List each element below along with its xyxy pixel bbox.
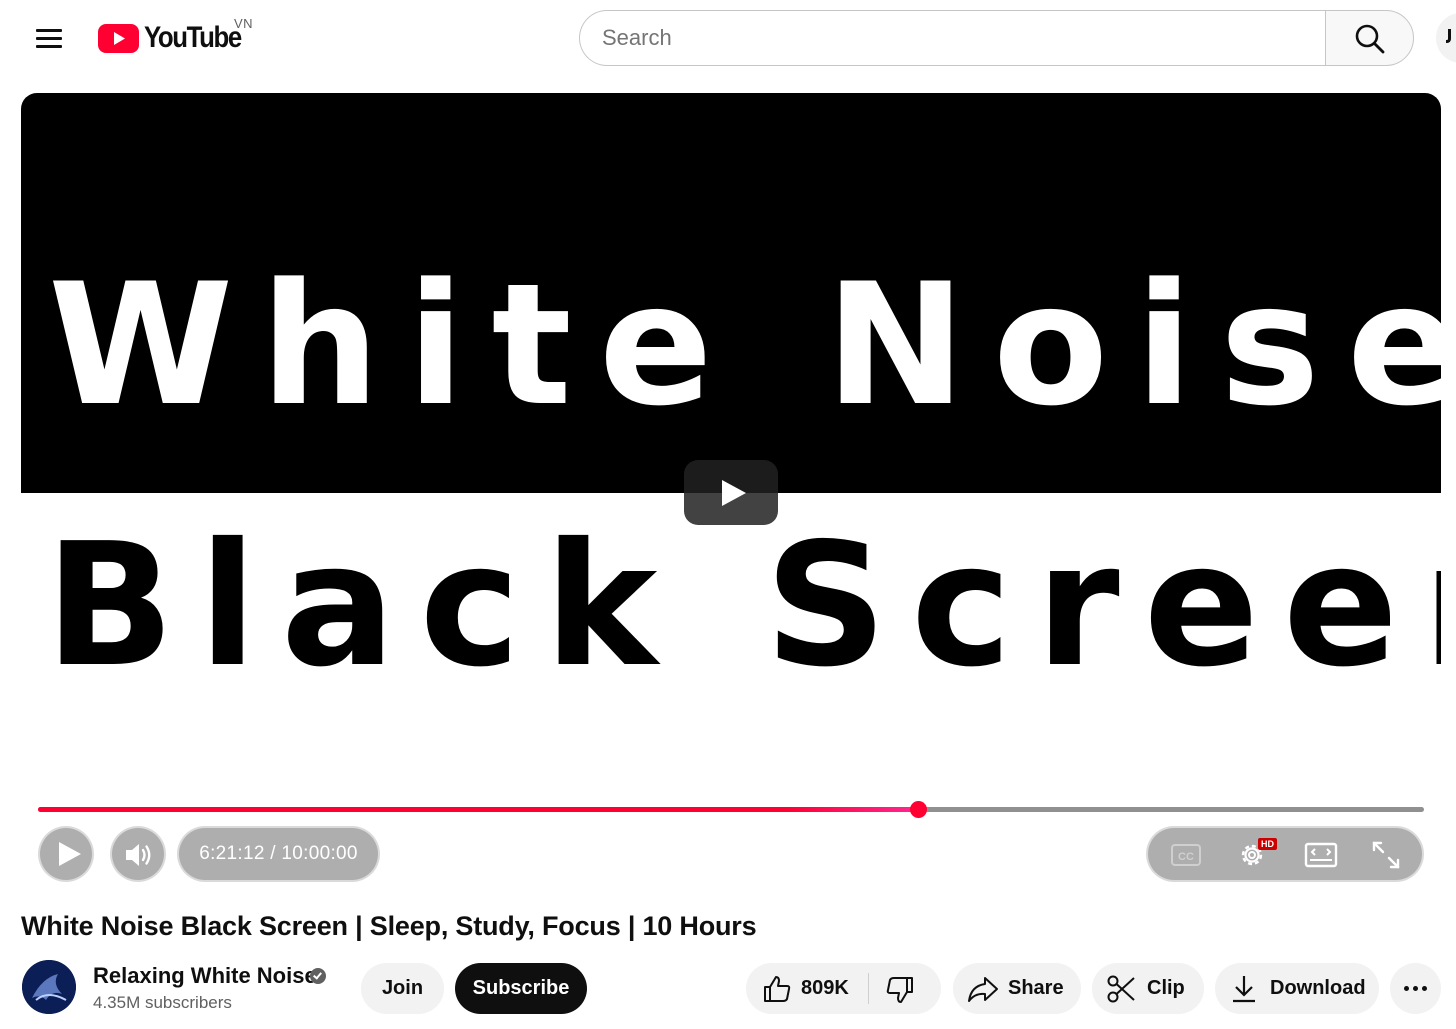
volume-button[interactable] bbox=[110, 826, 166, 882]
download-icon bbox=[1233, 976, 1255, 1003]
more-actions-button[interactable] bbox=[1390, 963, 1441, 1014]
settings-button[interactable]: HD bbox=[1230, 834, 1277, 876]
more-icon bbox=[1404, 986, 1409, 991]
time-text: 6:21:12 / 10:00:00 bbox=[199, 843, 358, 864]
thumbnail-text-line1: White Noise bbox=[48, 247, 1441, 443]
more-icon-dot bbox=[1413, 986, 1418, 991]
time-display: 6:21:12 / 10:00:00 bbox=[177, 826, 380, 882]
avatar-image bbox=[22, 960, 76, 1014]
play-icon bbox=[59, 842, 81, 866]
search-icon bbox=[1355, 24, 1385, 54]
thumbs-down-icon bbox=[886, 977, 913, 1003]
cc-label: CC bbox=[1178, 851, 1194, 863]
theater-mode-icon bbox=[1304, 842, 1338, 868]
scrubber-handle[interactable] bbox=[910, 801, 928, 818]
verified-icon bbox=[310, 968, 326, 984]
youtube-logo[interactable]: YouTube bbox=[98, 18, 257, 58]
video-player[interactable]: White Noise Black Screen 6:21:12 / 10:00… bbox=[21, 93, 1441, 890]
share-icon bbox=[968, 977, 998, 1002]
play-button[interactable] bbox=[38, 826, 94, 882]
progress-played bbox=[38, 807, 919, 812]
like-button[interactable]: 809K bbox=[746, 963, 868, 1014]
video-title: White Noise Black Screen | Sleep, Study,… bbox=[21, 911, 757, 941]
clip-button[interactable]: Clip bbox=[1092, 963, 1204, 1014]
youtube-logo-icon bbox=[98, 23, 139, 53]
more-icon-dot bbox=[1422, 986, 1427, 991]
player-right-controls: CC HD bbox=[1146, 826, 1424, 882]
join-button[interactable]: Join bbox=[361, 963, 444, 1014]
channel-name[interactable]: Relaxing White Noise bbox=[93, 963, 317, 989]
search-box bbox=[579, 10, 1326, 66]
subscribe-button[interactable]: Subscribe bbox=[455, 963, 587, 1014]
logo-text: YouTube bbox=[144, 21, 242, 54]
closed-captions-icon: CC bbox=[1171, 844, 1201, 866]
download-button[interactable]: Download bbox=[1215, 963, 1379, 1014]
theater-mode-button[interactable] bbox=[1298, 834, 1342, 876]
download-label: Download bbox=[1270, 977, 1366, 999]
country-code: VN bbox=[234, 16, 254, 31]
play-icon bbox=[722, 480, 746, 506]
share-button[interactable]: Share bbox=[953, 963, 1081, 1014]
scissors-icon bbox=[1107, 975, 1135, 1003]
menu-icon[interactable] bbox=[24, 14, 74, 64]
thumbnail-text-line2: Black Screen bbox=[45, 507, 1441, 705]
share-label: Share bbox=[1008, 977, 1064, 999]
microphone-icon[interactable] bbox=[1436, 13, 1456, 63]
subscriber-count: 4.35M subscribers bbox=[93, 993, 232, 1012]
search-button[interactable] bbox=[1325, 10, 1414, 66]
fullscreen-icon bbox=[1372, 841, 1400, 869]
search-input[interactable] bbox=[580, 11, 1326, 65]
like-dislike-group: 809K bbox=[746, 963, 941, 1014]
fullscreen-button[interactable] bbox=[1364, 834, 1408, 876]
masthead: YouTube VN bbox=[0, 0, 1456, 80]
like-count: 809K bbox=[801, 977, 849, 999]
volume-icon bbox=[126, 844, 151, 866]
dislike-button[interactable] bbox=[869, 963, 941, 1014]
closed-captions-button[interactable]: CC bbox=[1164, 834, 1208, 876]
progress-bar[interactable] bbox=[38, 801, 1424, 818]
hd-badge: HD bbox=[1258, 838, 1277, 850]
channel-avatar[interactable] bbox=[22, 960, 76, 1014]
large-play-button[interactable] bbox=[684, 460, 778, 525]
clip-label: Clip bbox=[1147, 977, 1185, 999]
thumbs-up-icon bbox=[764, 976, 791, 1002]
